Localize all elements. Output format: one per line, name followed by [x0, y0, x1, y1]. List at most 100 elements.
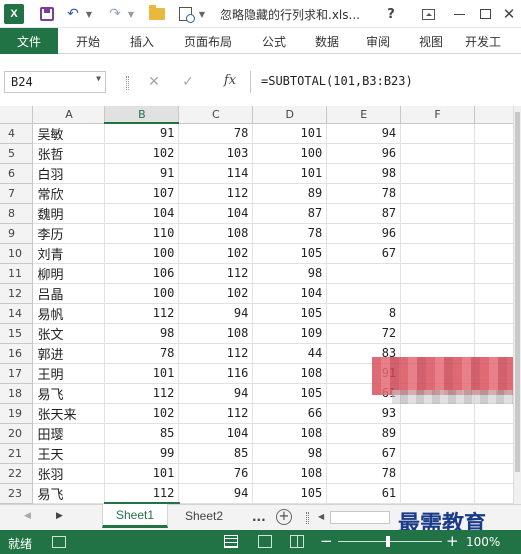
row-header[interactable]: 20 [0, 423, 34, 444]
insert-function-icon[interactable]: fx [220, 73, 240, 91]
cell-d[interactable]: 44 [252, 343, 328, 364]
add-sheet-button[interactable]: + [276, 509, 292, 525]
cell-b[interactable]: 102 [104, 143, 180, 164]
cell-c[interactable]: 112 [178, 343, 254, 364]
cell-d[interactable]: 78 [252, 223, 328, 244]
cell-e[interactable]: 96 [326, 143, 402, 164]
cell-f[interactable] [400, 483, 476, 504]
cell-d[interactable]: 108 [252, 363, 328, 384]
undo-dropdown-icon[interactable]: ▼ [84, 4, 94, 24]
cell-b[interactable]: 112 [104, 383, 180, 404]
cell-e[interactable]: 72 [326, 323, 402, 344]
cell-f[interactable] [400, 143, 476, 164]
enter-check-icon[interactable]: ✓ [180, 74, 196, 90]
more-sheets-icon[interactable]: ... [252, 510, 266, 524]
cell-b[interactable]: 101 [104, 463, 180, 484]
cell-b[interactable]: 112 [104, 483, 180, 504]
horizontal-scrollbar[interactable] [330, 511, 390, 524]
row-header[interactable]: 23 [0, 483, 34, 504]
cell-a[interactable]: 刘青 [32, 243, 106, 264]
cell-a[interactable]: 易帆 [32, 303, 106, 324]
row-header[interactable]: 6 [0, 163, 34, 184]
cell-c[interactable]: 94 [178, 383, 254, 404]
cell-e[interactable]: 78 [326, 463, 402, 484]
open-folder-icon[interactable] [147, 4, 167, 24]
cell-c[interactable]: 112 [178, 263, 254, 284]
zoom-slider[interactable] [338, 541, 442, 542]
column-header-a[interactable]: A [32, 106, 106, 124]
row-header[interactable]: 4 [0, 123, 34, 144]
tab-view[interactable]: 视图 [413, 28, 449, 54]
column-header-e[interactable]: E [326, 106, 402, 124]
cell-f[interactable] [400, 223, 476, 244]
cell-a[interactable]: 张羽 [32, 463, 106, 484]
cell-e[interactable]: 61 [326, 483, 402, 504]
row-header[interactable]: 7 [0, 183, 34, 204]
cell-d[interactable]: 108 [252, 463, 328, 484]
row-header[interactable]: 14 [0, 303, 34, 324]
row-header[interactable]: 17 [0, 363, 34, 384]
cell-d[interactable]: 109 [252, 323, 328, 344]
cell-d[interactable]: 108 [252, 423, 328, 444]
formula-bar-splitter[interactable] [126, 76, 129, 90]
cell-c[interactable]: 102 [178, 283, 254, 304]
cell-f[interactable] [400, 183, 476, 204]
sheet-tab-sheet1[interactable]: Sheet1 [102, 504, 168, 528]
tab-split-handle[interactable] [306, 512, 309, 524]
cell-a[interactable]: 常欣 [32, 183, 106, 204]
cell-f[interactable] [400, 463, 476, 484]
cell-c[interactable]: 112 [178, 403, 254, 424]
cell-d[interactable]: 98 [252, 443, 328, 464]
tab-developer[interactable]: 开发工 [465, 28, 521, 54]
cell-a[interactable]: 王天 [32, 443, 106, 464]
cell-d[interactable]: 105 [252, 303, 328, 324]
macro-record-icon[interactable] [52, 536, 66, 548]
zoom-level[interactable]: 100% [466, 535, 500, 549]
cell-f[interactable] [400, 323, 476, 344]
row-header[interactable]: 10 [0, 243, 34, 264]
row-header[interactable]: 11 [0, 263, 34, 284]
cell-d[interactable]: 101 [252, 123, 328, 144]
cell-b[interactable]: 100 [104, 283, 180, 304]
cell-b[interactable]: 99 [104, 443, 180, 464]
name-box[interactable]: B24 ▼ [4, 71, 106, 93]
normal-view-icon[interactable] [224, 535, 238, 548]
cell-e[interactable]: 67 [326, 243, 402, 264]
cell-a[interactable]: 郭进 [32, 343, 106, 364]
cell-c[interactable]: 104 [178, 203, 254, 224]
cell-a[interactable]: 魏明 [32, 203, 106, 224]
cell-a[interactable]: 吕晶 [32, 283, 106, 304]
cell-d[interactable]: 101 [252, 163, 328, 184]
help-icon[interactable]: ? [383, 4, 399, 24]
cell-d[interactable]: 105 [252, 243, 328, 264]
cell-c[interactable]: 108 [178, 323, 254, 344]
cell-a[interactable]: 张天来 [32, 403, 106, 424]
cell-e[interactable]: 67 [326, 443, 402, 464]
cell-d[interactable]: 104 [252, 283, 328, 304]
row-header[interactable]: 9 [0, 223, 34, 244]
cell-f[interactable] [400, 303, 476, 324]
row-header[interactable]: 15 [0, 323, 34, 344]
vertical-scroll-thumb[interactable] [515, 112, 520, 472]
cell-c[interactable]: 94 [178, 483, 254, 504]
redo-dropdown-icon[interactable]: ▼ [126, 4, 136, 24]
cell-a[interactable]: 张哲 [32, 143, 106, 164]
print-preview-icon[interactable] [176, 4, 195, 24]
page-layout-view-icon[interactable] [258, 535, 272, 548]
tab-home[interactable]: 开始 [70, 28, 106, 54]
cell-e[interactable] [326, 283, 402, 304]
cell-c[interactable]: 104 [178, 423, 254, 444]
vertical-scrollbar[interactable] [513, 106, 521, 504]
tab-file[interactable]: 文件 [0, 28, 58, 54]
cell-c[interactable]: 102 [178, 243, 254, 264]
row-header[interactable]: 12 [0, 283, 34, 304]
zoom-out-button[interactable]: − [320, 532, 333, 550]
page-break-view-icon[interactable] [290, 535, 304, 548]
cancel-icon[interactable]: ✕ [146, 74, 162, 90]
cell-b[interactable]: 106 [104, 263, 180, 284]
row-header[interactable]: 16 [0, 343, 34, 364]
cell-c[interactable]: 76 [178, 463, 254, 484]
cell-d[interactable]: 105 [252, 483, 328, 504]
cell-b[interactable]: 112 [104, 303, 180, 324]
cell-b[interactable]: 78 [104, 343, 180, 364]
